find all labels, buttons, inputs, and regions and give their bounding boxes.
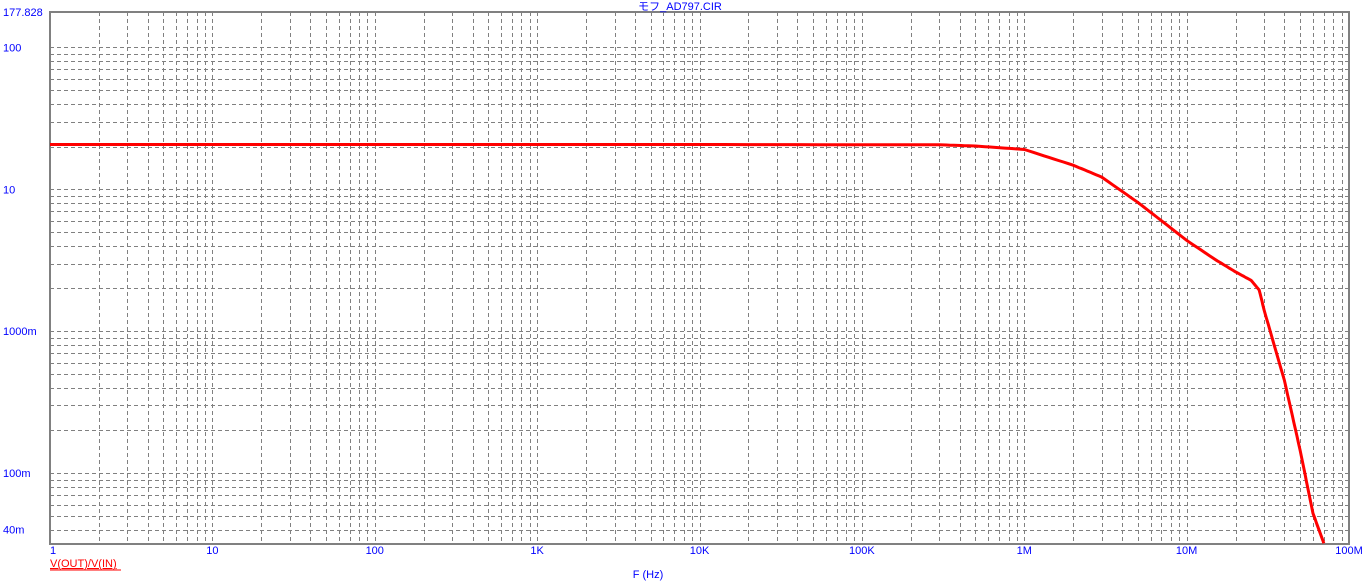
y-tick-labels: 177.828 100 10 1000m 100m 40m [3, 7, 43, 537]
x-tick-label: 1K [530, 545, 544, 557]
x-tick-label: 10 [206, 545, 218, 557]
x-tick-label: 100 [366, 545, 384, 557]
x-axis-label: F (Hz) [633, 569, 664, 581]
plot-frame [49, 11, 1350, 545]
y-tick-label: 100m [3, 468, 31, 480]
x-tick-label: 10M [1176, 545, 1197, 557]
grid-lines [50, 12, 1349, 544]
series-line-vout-vin [50, 143, 1326, 544]
x-tick-label: 10K [690, 545, 710, 557]
y-tick-label: 10 [3, 184, 15, 196]
y-tick-label: 177.828 [3, 7, 43, 19]
bode-plot: モフ_AD797.CIR 1 10 100 1K 10K 100K 1M 10M 100M 17… [3, 1, 1362, 581]
y-tick-label: 1000m [3, 326, 37, 338]
y-tick-label: 100 [3, 42, 21, 54]
x-tick-label: 1M [1017, 545, 1032, 557]
y-tick-label: 40m [3, 525, 24, 537]
x-tick-label: 100K [849, 545, 875, 557]
chart-title: モフ_AD797.CIR [638, 1, 722, 13]
x-tick-labels: 1 10 100 1K 10K 100K 1M 10M 100M [50, 545, 1362, 557]
x-tick-label: 1 [50, 545, 56, 557]
x-tick-label: 100M [1335, 545, 1362, 557]
legend-series-label[interactable]: V(OUT)/V(IN) [50, 558, 117, 570]
